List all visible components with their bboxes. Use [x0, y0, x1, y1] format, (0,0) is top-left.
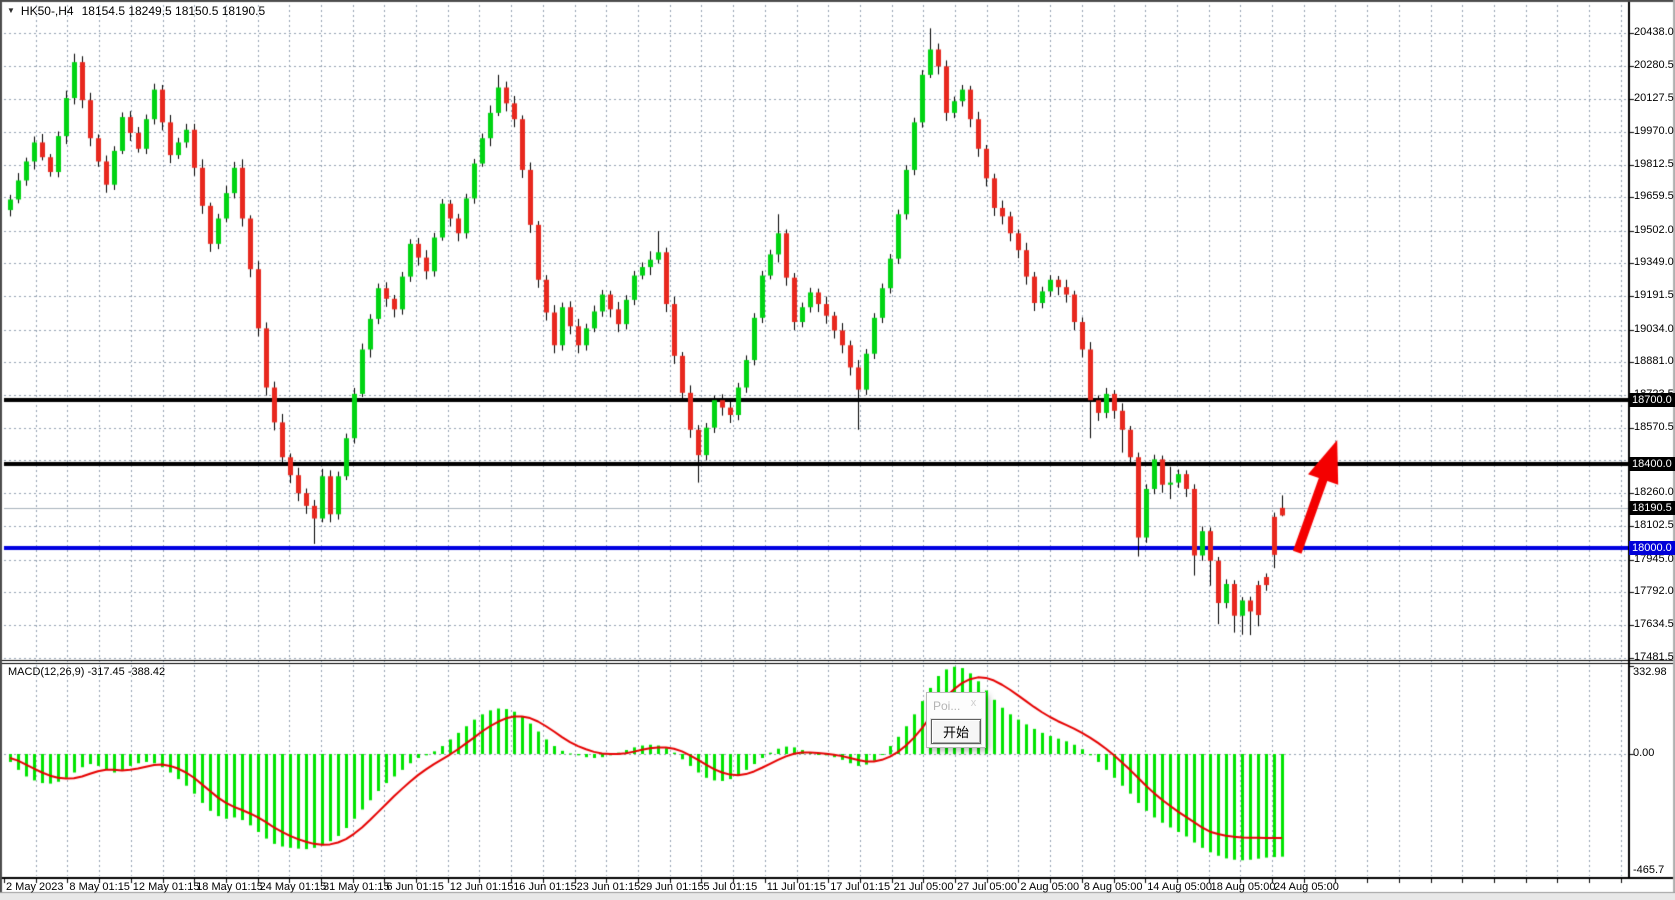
price-axis-label: 17481.5: [1634, 651, 1674, 663]
time-axis-label: 18 Aug 05:00: [1211, 881, 1276, 893]
price-axis-label: 18102.5: [1634, 519, 1674, 531]
chart-canvas[interactable]: [0, 0, 1675, 900]
time-axis-label: 24 Aug 05:00: [1274, 881, 1339, 893]
time-axis-label: 6 Jun 01:15: [386, 881, 444, 893]
time-axis-label: 12 May 01:15: [133, 881, 200, 893]
time-axis-label: 31 May 01:15: [323, 881, 390, 893]
price-level-badge: 18700.0: [1629, 393, 1675, 407]
chart-menu-dropdown-icon[interactable]: ▼: [7, 7, 15, 15]
time-axis-label: 27 Jul 05:00: [957, 881, 1017, 893]
popup-start-button[interactable]: 开始: [931, 719, 981, 744]
time-axis-label: 11 Jul 01:15: [767, 881, 826, 893]
price-axis-label: 19191.5: [1634, 289, 1674, 301]
time-axis-label: 8 Aug 05:00: [1084, 881, 1143, 893]
symbol-timeframe-label: HK50-,H4: [21, 4, 74, 18]
price-axis-label: 19970.0: [1634, 125, 1674, 137]
macd-axis-label: 332.98: [1633, 666, 1667, 678]
time-axis-label: 29 Jun 01:15: [640, 881, 704, 893]
price-axis-label: 17634.5: [1634, 618, 1674, 630]
macd-indicator-label: MACD(12,26,9) -317.45 -388.42: [8, 666, 165, 678]
time-axis-label: 5 Jul 01:15: [703, 881, 757, 893]
time-axis-label: 17 Jul 01:15: [830, 881, 890, 893]
price-axis-label: 20127.5: [1634, 92, 1674, 104]
price-axis-label: 19502.0: [1634, 224, 1674, 236]
chart-title: ▼ HK50-,H4 18154.5 18249.5 18150.5 18190…: [7, 4, 265, 18]
price-axis-label: 19659.5: [1634, 190, 1674, 202]
macd-axis-label: 0.00: [1633, 747, 1654, 759]
price-axis-label: 19812.5: [1634, 158, 1674, 170]
trading-terminal-window: ▼ HK50-,H4 18154.5 18249.5 18150.5 18190…: [0, 0, 1675, 900]
price-axis-label: 18881.0: [1634, 355, 1674, 367]
time-axis-label: 2 Aug 05:00: [1020, 881, 1079, 893]
price-level-badge: 18400.0: [1629, 457, 1675, 471]
price-axis-label: 20438.0: [1634, 26, 1674, 38]
popup-title: Poi...: [933, 699, 960, 713]
script-popup-window[interactable]: Poi... x 开始: [926, 692, 986, 748]
popup-close-icon[interactable]: x: [967, 697, 980, 710]
time-axis-label: 18 May 01:15: [196, 881, 263, 893]
price-axis-label: 19034.0: [1634, 323, 1674, 335]
time-axis-label: 8 May 01:15: [69, 881, 130, 893]
time-axis-label: 14 Aug 05:00: [1147, 881, 1212, 893]
price-axis-label: 18260.0: [1634, 486, 1674, 498]
time-axis-label: 12 Jun 01:15: [450, 881, 514, 893]
price-axis-label: 18570.5: [1634, 421, 1674, 433]
price-axis-label: 19349.0: [1634, 256, 1674, 268]
price-axis-label: 20280.5: [1634, 59, 1674, 71]
time-axis-label: 23 Jun 01:15: [577, 881, 641, 893]
time-axis-label: 16 Jun 01:15: [513, 881, 577, 893]
price-level-badge: 18000.0: [1629, 541, 1675, 555]
time-axis-label: 24 May 01:15: [260, 881, 327, 893]
macd-axis-label: -465.7: [1633, 864, 1664, 876]
time-axis-label: 2 May 2023: [6, 881, 63, 893]
ohlc-values-label: 18154.5 18249.5 18150.5 18190.5: [82, 4, 266, 18]
price-axis-label: 17792.0: [1634, 585, 1674, 597]
time-axis-label: 21 Jul 05:00: [894, 881, 954, 893]
price-level-badge: 18190.5: [1629, 501, 1675, 515]
